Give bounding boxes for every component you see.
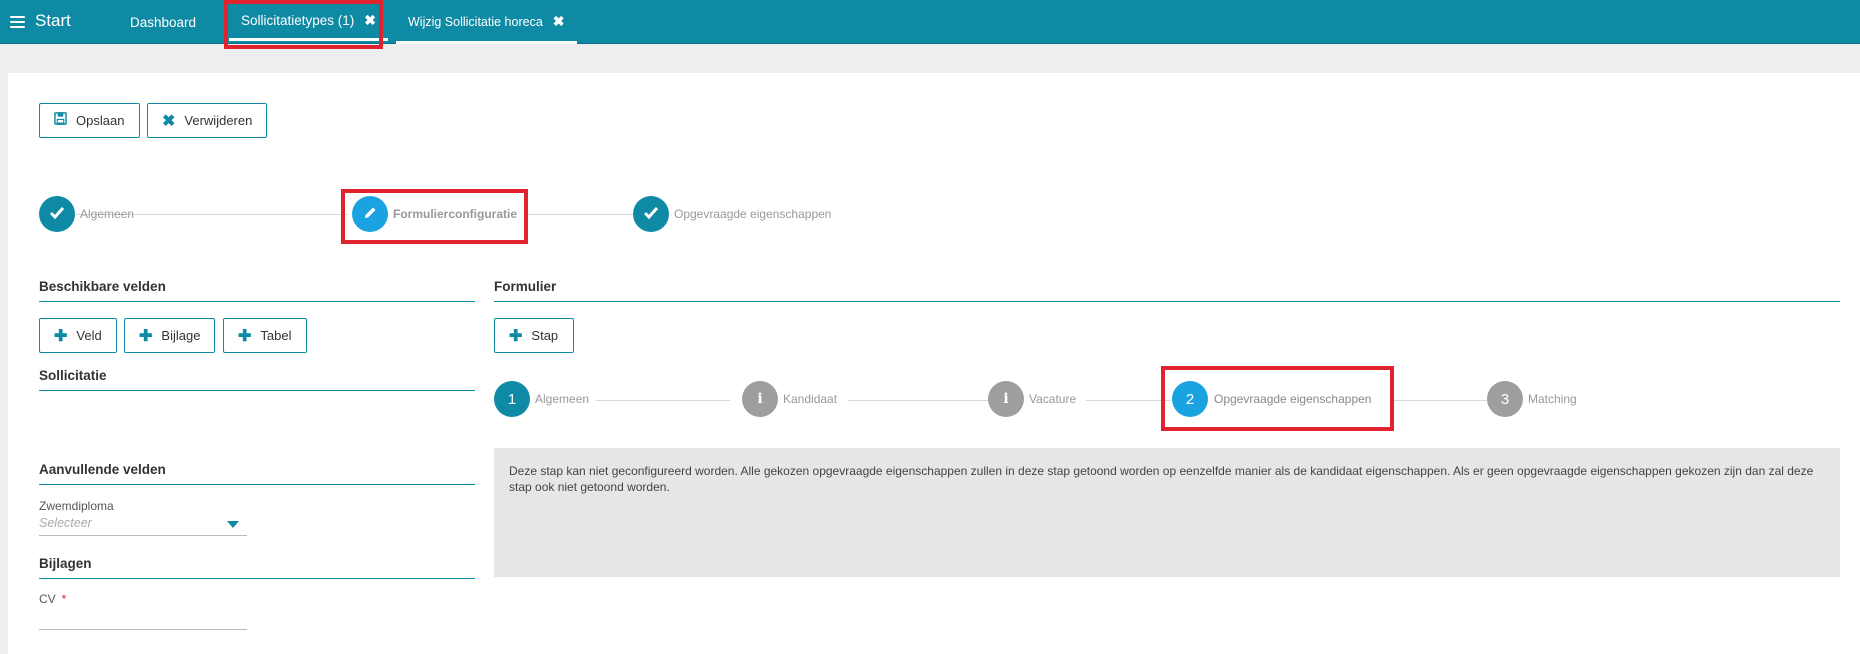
button-label: Bijlage (161, 328, 201, 343)
section-title-beschikbare-velden: Beschikbare velden (39, 279, 166, 294)
floppy-disk-icon (54, 111, 67, 130)
select-underline (39, 535, 247, 536)
add-bijlage-button[interactable]: ✚ Bijlage (124, 318, 215, 353)
highlight-box (1161, 366, 1394, 431)
required-marker: * (61, 592, 67, 606)
check-icon (49, 206, 65, 223)
highlight-box (224, 0, 383, 49)
check-icon (643, 206, 659, 223)
add-tabel-button[interactable]: ✚ Tabel (223, 318, 307, 353)
form-step-label: Matching (1528, 392, 1577, 406)
cv-label: CV * (39, 592, 66, 606)
highlight-box (341, 189, 528, 244)
wizard-connector (1086, 400, 1171, 401)
tab-wijzig-sollicitatie-horeca[interactable]: Wijzig Sollicitatie horeca ✖ (396, 2, 577, 44)
form-step-algemeen[interactable]: 1 (494, 381, 530, 417)
close-icon: ✖ (162, 112, 176, 130)
step-info-message: Deze stap kan niet geconfigureerd worden… (494, 448, 1840, 577)
plus-icon: ✚ (139, 327, 153, 345)
tab-label: Wijzig Sollicitatie horeca (408, 14, 543, 29)
section-title-formulier: Formulier (494, 279, 557, 294)
wizard-step-label: Opgevraagde eigenschappen (674, 207, 832, 221)
delete-button[interactable]: ✖ Verwijderen (147, 103, 267, 138)
wizard-connector (848, 400, 988, 401)
section-title-bijlagen: Bijlagen (39, 556, 92, 571)
chevron-down-icon[interactable] (227, 521, 239, 528)
cv-upload-field[interactable] (39, 629, 247, 630)
button-label: Tabel (260, 328, 292, 343)
button-label: Veld (76, 328, 102, 343)
zwemdiploma-select[interactable]: Selecteer (39, 516, 92, 530)
wizard-connector (596, 400, 730, 401)
section-title-sollicitatie: Sollicitatie (39, 368, 107, 383)
divider (494, 301, 1840, 302)
form-step-label: Kandidaat (783, 392, 838, 406)
info-text: Deze stap kan niet geconfigureerd worden… (509, 464, 1814, 494)
button-label: Stap (531, 328, 559, 343)
wizard-connector (528, 214, 633, 215)
start-link[interactable]: Start (35, 11, 71, 31)
plus-icon: ✚ (54, 327, 68, 345)
button-label: Verwijderen (184, 113, 253, 128)
tab-label: Dashboard (130, 14, 197, 30)
form-step-matching[interactable]: 3 (1487, 381, 1523, 417)
hamburger-menu-icon[interactable] (10, 16, 25, 28)
divider (39, 301, 475, 302)
close-icon[interactable]: ✖ (553, 13, 565, 30)
section-title-aanvullende-velden: Aanvullende velden (39, 462, 166, 477)
form-step-label: Vacature (1029, 392, 1077, 406)
add-veld-button[interactable]: ✚ Veld (39, 318, 117, 353)
plus-icon: ✚ (238, 327, 252, 345)
cv-label-text: CV (39, 592, 56, 606)
tab-dashboard[interactable]: Dashboard (130, 0, 196, 44)
zwemdiploma-label: Zwemdiploma (39, 499, 114, 513)
wizard-step-algemeen[interactable] (39, 196, 75, 232)
info-icon[interactable]: i (988, 381, 1024, 417)
divider (39, 484, 475, 485)
form-step-label: Algemeen (535, 392, 590, 406)
wizard-step-opgevraagde-eigenschappen[interactable] (633, 196, 669, 232)
wizard-step-label: Algemeen (80, 207, 135, 221)
divider (39, 578, 475, 579)
add-stap-button[interactable]: ✚ Stap (494, 318, 574, 353)
plus-icon: ✚ (509, 327, 523, 345)
save-button[interactable]: Opslaan (39, 103, 140, 138)
divider (39, 390, 475, 391)
info-icon[interactable]: i (742, 381, 778, 417)
button-label: Opslaan (76, 113, 125, 128)
wizard-connector (1391, 400, 1487, 401)
